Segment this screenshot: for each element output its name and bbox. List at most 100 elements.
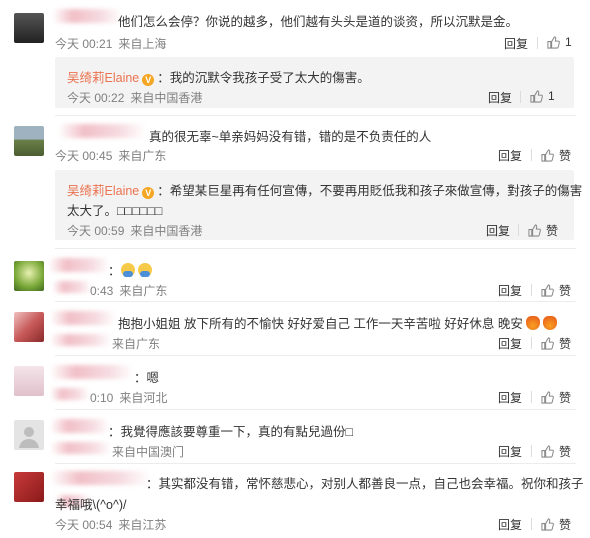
thumb-up-icon: [541, 149, 554, 162]
like-count: 赞: [559, 518, 572, 532]
thumb-up-icon: [541, 337, 554, 350]
like-button[interactable]: 赞: [541, 147, 571, 164]
reply-author-name[interactable]: 吴绮莉Elaine: [67, 71, 139, 85]
action-divider: [537, 37, 538, 49]
reply-text: ：我的沉默令我孩子受了太大的傷害。: [157, 71, 370, 85]
reply-button[interactable]: 回复: [498, 282, 522, 299]
reply-text: ：希望某巨星再有任何宣傳，不要再用貶低我和孩子來做宣傳，對孩子的傷害: [157, 184, 583, 198]
sub-reply: 吴绮莉Elaine V ：我的沉默令我孩子受了太大的傷害。 今天 00:22 来自中国…: [55, 57, 574, 108]
avatar[interactable]: [14, 366, 44, 396]
thumb-up-icon: [541, 391, 554, 404]
thumb-up-icon: [528, 224, 541, 237]
like-button[interactable]: 赞: [541, 516, 571, 533]
like-button[interactable]: 1: [530, 89, 555, 103]
username-blurred: [50, 419, 110, 433]
like-button[interactable]: 赞: [541, 282, 571, 299]
fire-emoji-icon: [543, 316, 558, 330]
like-count: 赞: [559, 284, 572, 298]
comment-text-content: 抱抱小姐姐 放下所有的不愉快 好好爱自己 工作一天辛苦啦 好好休息 晚安: [118, 317, 523, 331]
fire-emoji-icon: [526, 316, 541, 330]
sub-reply: 吴绮莉Elaine V ：希望某巨星再有任何宣傳，不要再用貶低我和孩子來做宣傳，對孩…: [55, 170, 582, 240]
avatar[interactable]: [14, 13, 44, 43]
default-user-icon: [19, 427, 39, 448]
divider: [55, 248, 576, 249]
like-button[interactable]: 赞: [541, 335, 571, 352]
comment-source: 来自广东: [118, 149, 167, 163]
reply-meta: 今天 00:59 来自中国香港: [67, 222, 208, 239]
comment-time: 今天 00:21: [55, 37, 113, 51]
comment-text: 真的很无辜~单亲妈妈没有错，错的是不负责任的人: [149, 130, 432, 144]
reply-button[interactable]: 回复: [498, 516, 522, 533]
like-button[interactable]: 赞: [541, 389, 571, 406]
username-blurred: [50, 471, 150, 485]
reply-button[interactable]: 回复: [498, 147, 522, 164]
action-divider: [531, 149, 532, 161]
like-count: 赞: [559, 149, 572, 163]
divider: [55, 355, 576, 356]
hug-emoji-icon: [137, 263, 152, 277]
like-button[interactable]: 赞: [528, 222, 558, 239]
comment-text: ：: [108, 260, 155, 279]
comment-meta: 今天 00:45 来自广东: [55, 147, 172, 164]
hug-emoji-icon: [120, 263, 135, 277]
comment-meta: 0:43 来自广东: [90, 282, 173, 299]
avatar[interactable]: [14, 312, 44, 342]
comment-text: 抱抱小姐姐 放下所有的不愉快 好好爱自己 工作一天辛苦啦 好好休息 晚安: [118, 313, 560, 332]
reply-time: 今天 00:59: [67, 224, 125, 238]
reply-source: 来自中国香港: [130, 91, 203, 105]
comment-time: 0:43: [90, 284, 114, 298]
comment-text: ：我覺得應該要尊重一下，真的有點兒過份□: [108, 425, 354, 439]
comment-time: 今天 00:45: [55, 149, 113, 163]
comment-time: 今天 00:54: [55, 518, 113, 532]
comment-source: 来自广东: [119, 284, 168, 298]
avatar[interactable]: [14, 261, 44, 291]
comment-text-line2: 幸福哦\(^o^)/: [55, 494, 126, 513]
avatar[interactable]: [14, 126, 44, 156]
reply-meta: 今天 00:22 来自中国香港: [67, 89, 208, 106]
username-blurred: [58, 124, 146, 138]
like-count: 赞: [559, 391, 572, 405]
avatar[interactable]: [14, 420, 44, 450]
divider: [55, 115, 576, 116]
thumb-up-icon: [541, 284, 554, 297]
username-blurred: [50, 311, 116, 325]
action-divider: [531, 284, 532, 296]
comment-time: 0:10: [90, 391, 114, 405]
comment-meta: 今天 00:21 来自上海: [55, 35, 172, 52]
like-count: 1: [565, 35, 572, 49]
divider: [55, 409, 576, 410]
action-divider: [520, 91, 521, 103]
thumb-up-icon: [547, 35, 560, 49]
comment-meta: 今天 00:54 来自江苏: [55, 516, 172, 533]
comment-meta: 来自中国澳门: [112, 443, 190, 460]
reply-button[interactable]: 回复: [488, 89, 512, 106]
reply-time: 今天 00:22: [67, 91, 125, 105]
meta-blurred: [52, 281, 92, 293]
username-blurred: [50, 365, 134, 379]
action-divider: [531, 391, 532, 403]
reply-button[interactable]: 回复: [486, 222, 510, 239]
like-count: 1: [548, 89, 555, 103]
thumb-up-icon: [541, 518, 554, 531]
username-blurred: [48, 258, 110, 272]
reply-button[interactable]: 回复: [498, 335, 522, 352]
like-button[interactable]: 赞: [541, 443, 571, 460]
thumb-up-icon: [541, 445, 554, 458]
action-divider: [518, 224, 519, 236]
comment-text-content: 幸福哦\(^o^)/: [55, 498, 127, 512]
like-button[interactable]: 1: [547, 35, 572, 49]
reply-author-name[interactable]: 吴绮莉Elaine: [67, 184, 139, 198]
divider: [55, 301, 576, 302]
comment-text: 他们怎么会停？你说的越多，他们越有头头是道的谈资，所以沉默是金。: [118, 15, 519, 29]
avatar[interactable]: [14, 472, 44, 502]
reply-button[interactable]: 回复: [498, 389, 522, 406]
comment-source: 来自江苏: [118, 518, 167, 532]
comment-source: 来自河北: [119, 391, 168, 405]
meta-blurred: [50, 334, 112, 346]
reply-source: 来自中国香港: [130, 224, 203, 238]
like-count: 赞: [559, 445, 572, 459]
like-count: 赞: [546, 224, 559, 238]
reply-button[interactable]: 回复: [504, 35, 528, 52]
reply-button[interactable]: 回复: [498, 443, 522, 460]
comment-text: ：嗯: [134, 371, 160, 385]
